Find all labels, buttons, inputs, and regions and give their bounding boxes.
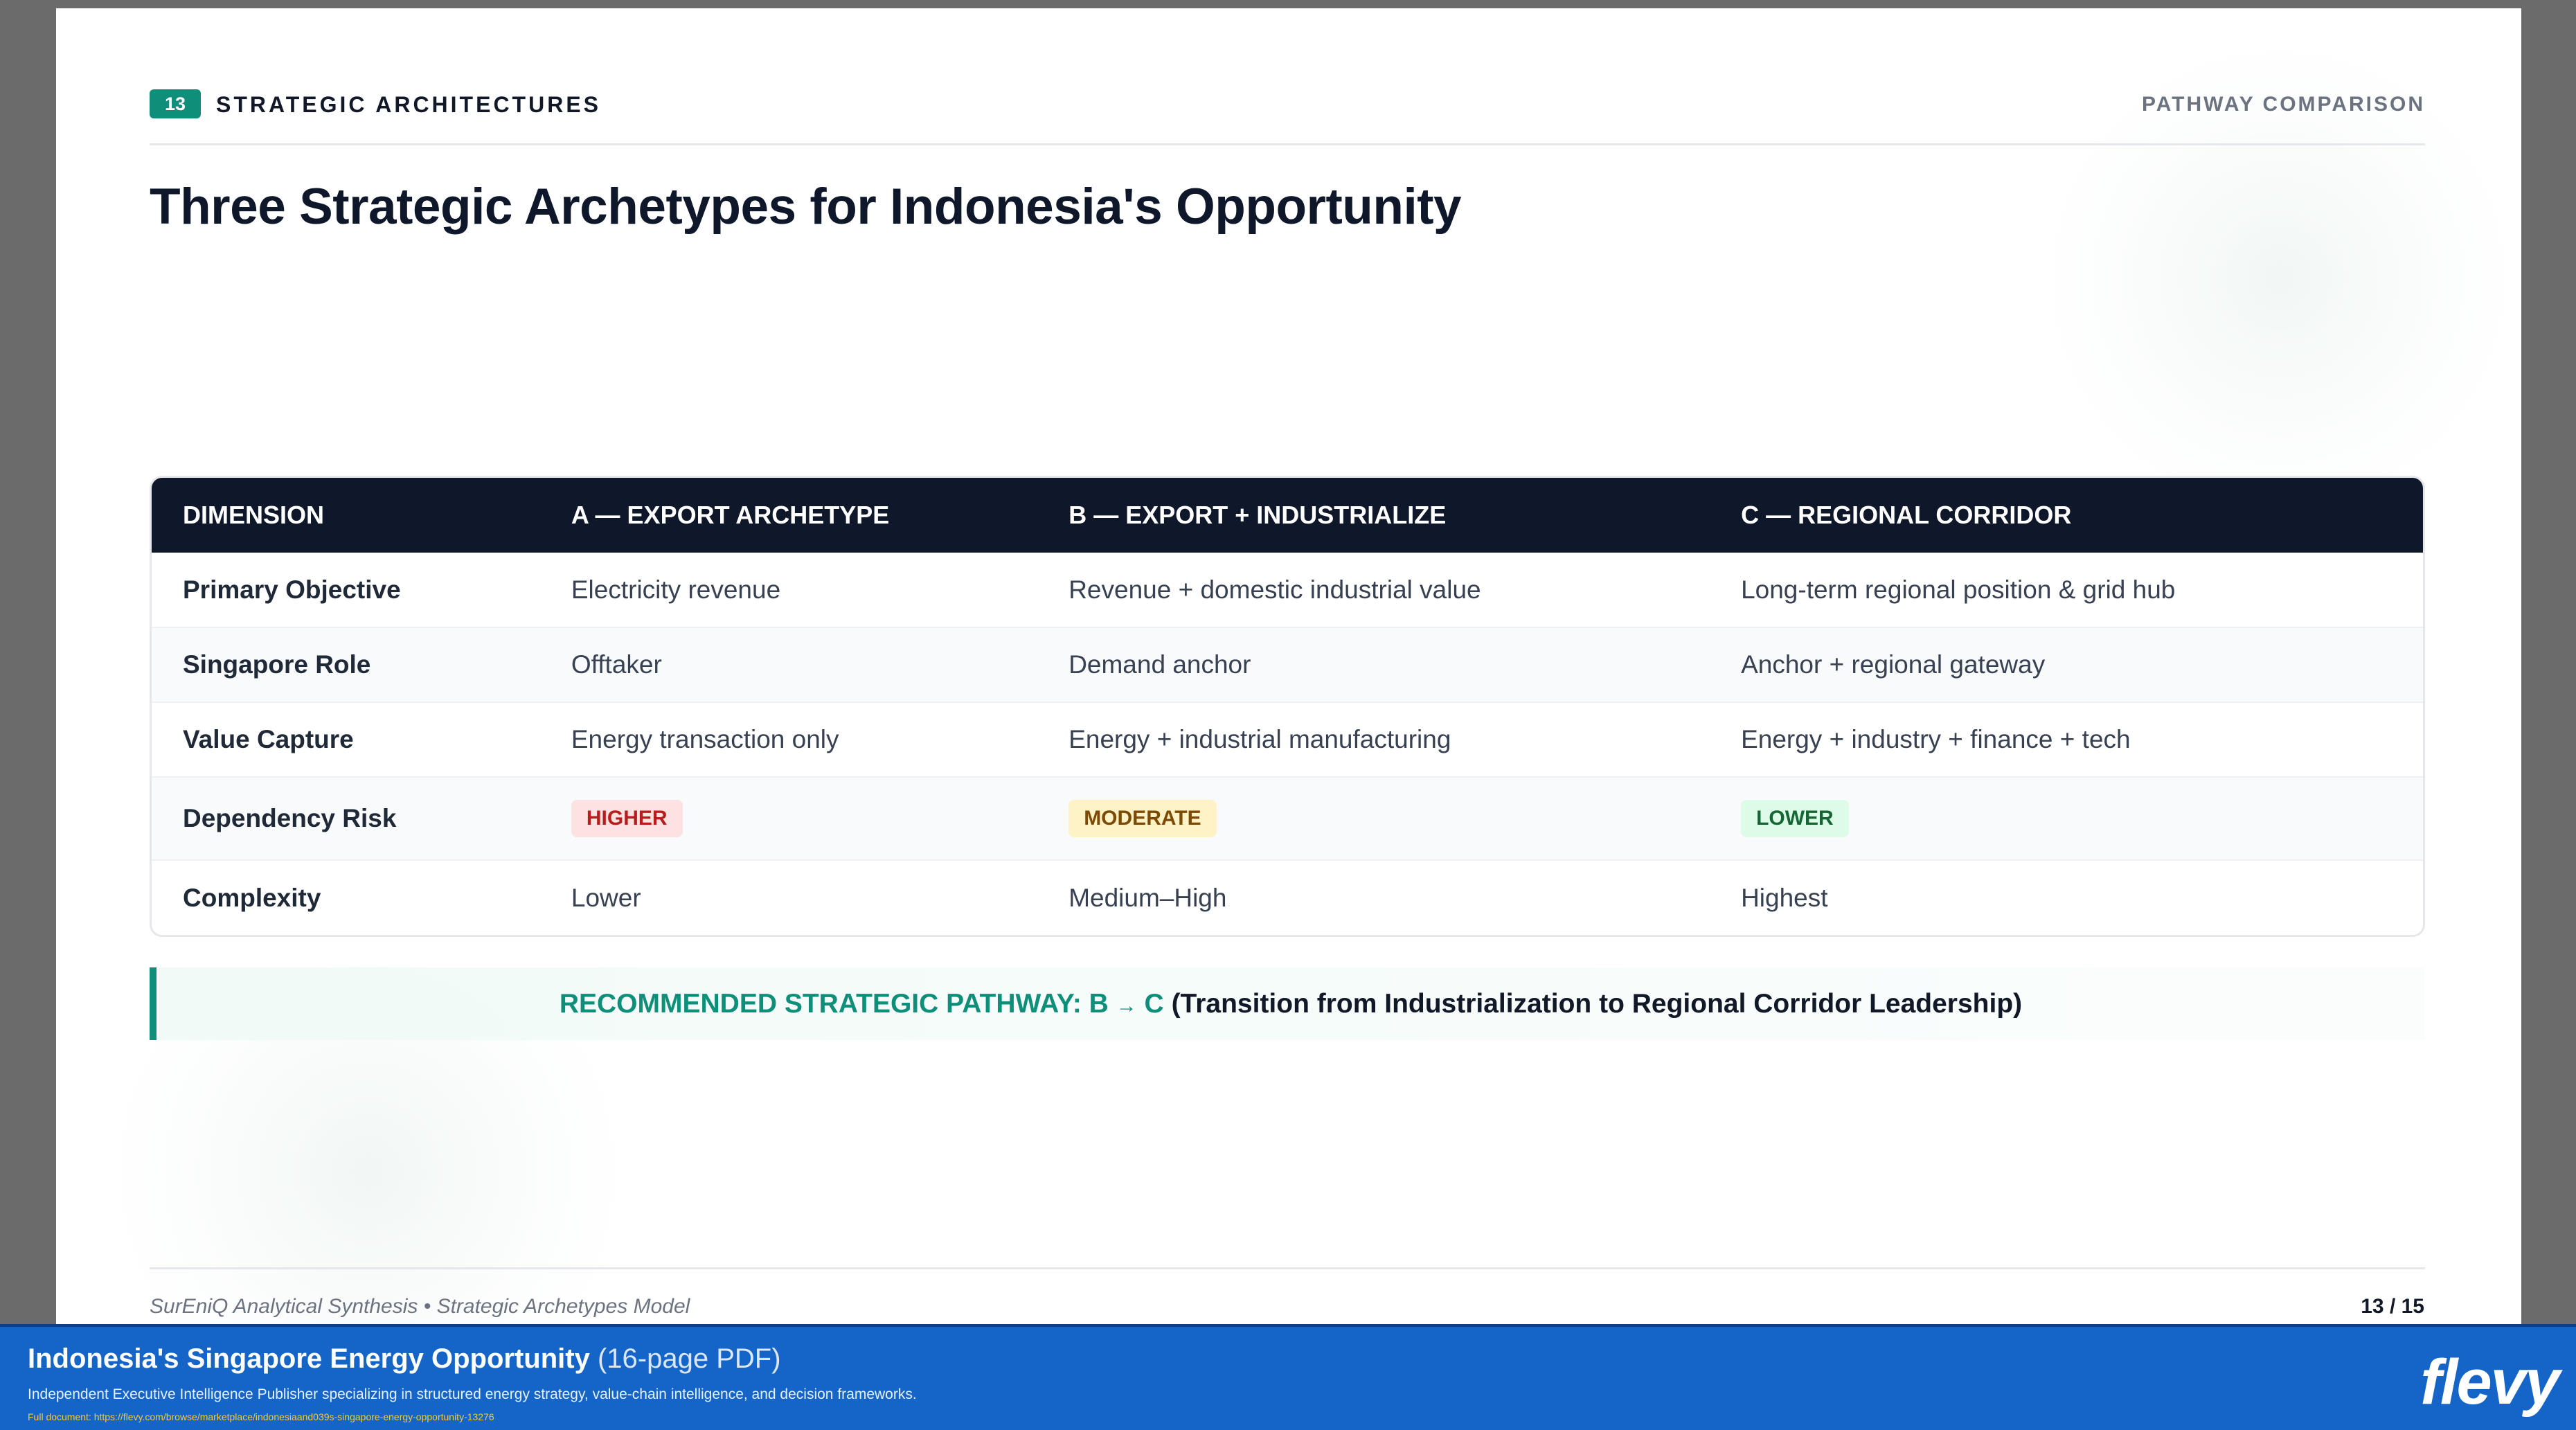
cell-a: HIGHER <box>540 777 1037 860</box>
cell-b: Demand anchor <box>1068 650 1251 679</box>
cell-a: Energy transaction only <box>571 725 839 753</box>
cell-c: LOWER <box>1710 777 2423 860</box>
cell-b: Energy + industrial manufacturing <box>1068 725 1451 753</box>
risk-badge-higher: HIGHER <box>571 800 683 837</box>
table-row: Primary Objective Electricity revenue Re… <box>152 553 2423 627</box>
table-row: Complexity Lower Medium–High Highest <box>152 860 2423 935</box>
section-number-badge: 13 <box>150 89 201 118</box>
page-title: Three Strategic Archetypes for Indonesia… <box>150 179 1462 235</box>
column-header: C — REGIONAL CORRIDOR <box>1741 501 2072 529</box>
document-banner[interactable]: Indonesia's Singapore Energy Opportunity… <box>0 1324 2576 1430</box>
table-header-row: DIMENSION A — EXPORT ARCHETYPE B — EXPOR… <box>152 478 2423 553</box>
flevy-logo[interactable]: flevy <box>2420 1348 2560 1417</box>
banner-title-main: Indonesia's Singapore Energy Opportunity <box>28 1343 590 1374</box>
column-header: A — EXPORT ARCHETYPE <box>571 501 890 529</box>
cell-a: Electricity revenue <box>571 575 781 604</box>
page-number: 13 / 15 <box>2361 1295 2424 1318</box>
recommendation-prefix: RECOMMENDED STRATEGIC PATHWAY: B <box>559 989 1109 1019</box>
recommendation-suffix: C <box>1144 989 1164 1019</box>
cell-b: Medium–High <box>1068 883 1227 912</box>
row-dimension: Complexity <box>183 883 321 912</box>
column-header: DIMENSION <box>183 501 325 529</box>
table-row: Dependency Risk HIGHER MODERATE LOWER <box>152 777 2423 860</box>
table-row: Singapore Role Offtaker Demand anchor An… <box>152 627 2423 702</box>
header-right-label: PATHWAY COMPARISON <box>2141 93 2425 116</box>
row-dimension: Value Capture <box>183 725 354 753</box>
cell-a: Lower <box>571 883 641 912</box>
banner-title[interactable]: Indonesia's Singapore Energy Opportunity… <box>28 1343 781 1375</box>
cell-c: Anchor + regional gateway <box>1741 650 2046 679</box>
slide-header: 13 STRATEGIC ARCHITECTURES PATHWAY COMPA… <box>150 81 2425 145</box>
footer-source: SurEniQ Analytical Synthesis • Strategic… <box>150 1295 690 1318</box>
row-dimension: Primary Objective <box>183 575 401 604</box>
cell-a: Offtaker <box>571 650 662 679</box>
risk-badge-moderate: MODERATE <box>1068 800 1217 837</box>
section-label: STRATEGIC ARCHITECTURES <box>216 92 601 117</box>
column-header: B — EXPORT + INDUSTRIALIZE <box>1068 501 1447 529</box>
row-dimension: Singapore Role <box>183 650 371 679</box>
risk-badge-lower: LOWER <box>1741 800 1849 837</box>
row-dimension: Dependency Risk <box>183 804 397 832</box>
recommendation-note: (Transition from Industrialization to Re… <box>1171 989 2023 1019</box>
cell-b: MODERATE <box>1037 777 1710 860</box>
cell-b: Revenue + domestic industrial value <box>1068 575 1481 604</box>
banner-title-pages: (16-page PDF) <box>597 1343 781 1374</box>
slide: 13 STRATEGIC ARCHITECTURES PATHWAY COMPA… <box>56 8 2521 1324</box>
table-row: Value Capture Energy transaction only En… <box>152 702 2423 777</box>
cell-c: Long-term regional position & grid hub <box>1741 575 2176 604</box>
arrow-right-icon: → <box>1116 994 1137 1017</box>
banner-description: Independent Executive Intelligence Publi… <box>28 1386 917 1402</box>
cell-c: Highest <box>1741 883 1828 912</box>
footer-divider <box>150 1267 2425 1269</box>
document-link[interactable]: Full document: https://flevy.com/browse/… <box>28 1411 494 1422</box>
comparison-table: DIMENSION A — EXPORT ARCHETYPE B — EXPOR… <box>150 476 2425 937</box>
cell-c: Energy + industry + finance + tech <box>1741 725 2131 753</box>
recommendation-callout: RECOMMENDED STRATEGIC PATHWAY: B → C (Tr… <box>150 967 2425 1040</box>
